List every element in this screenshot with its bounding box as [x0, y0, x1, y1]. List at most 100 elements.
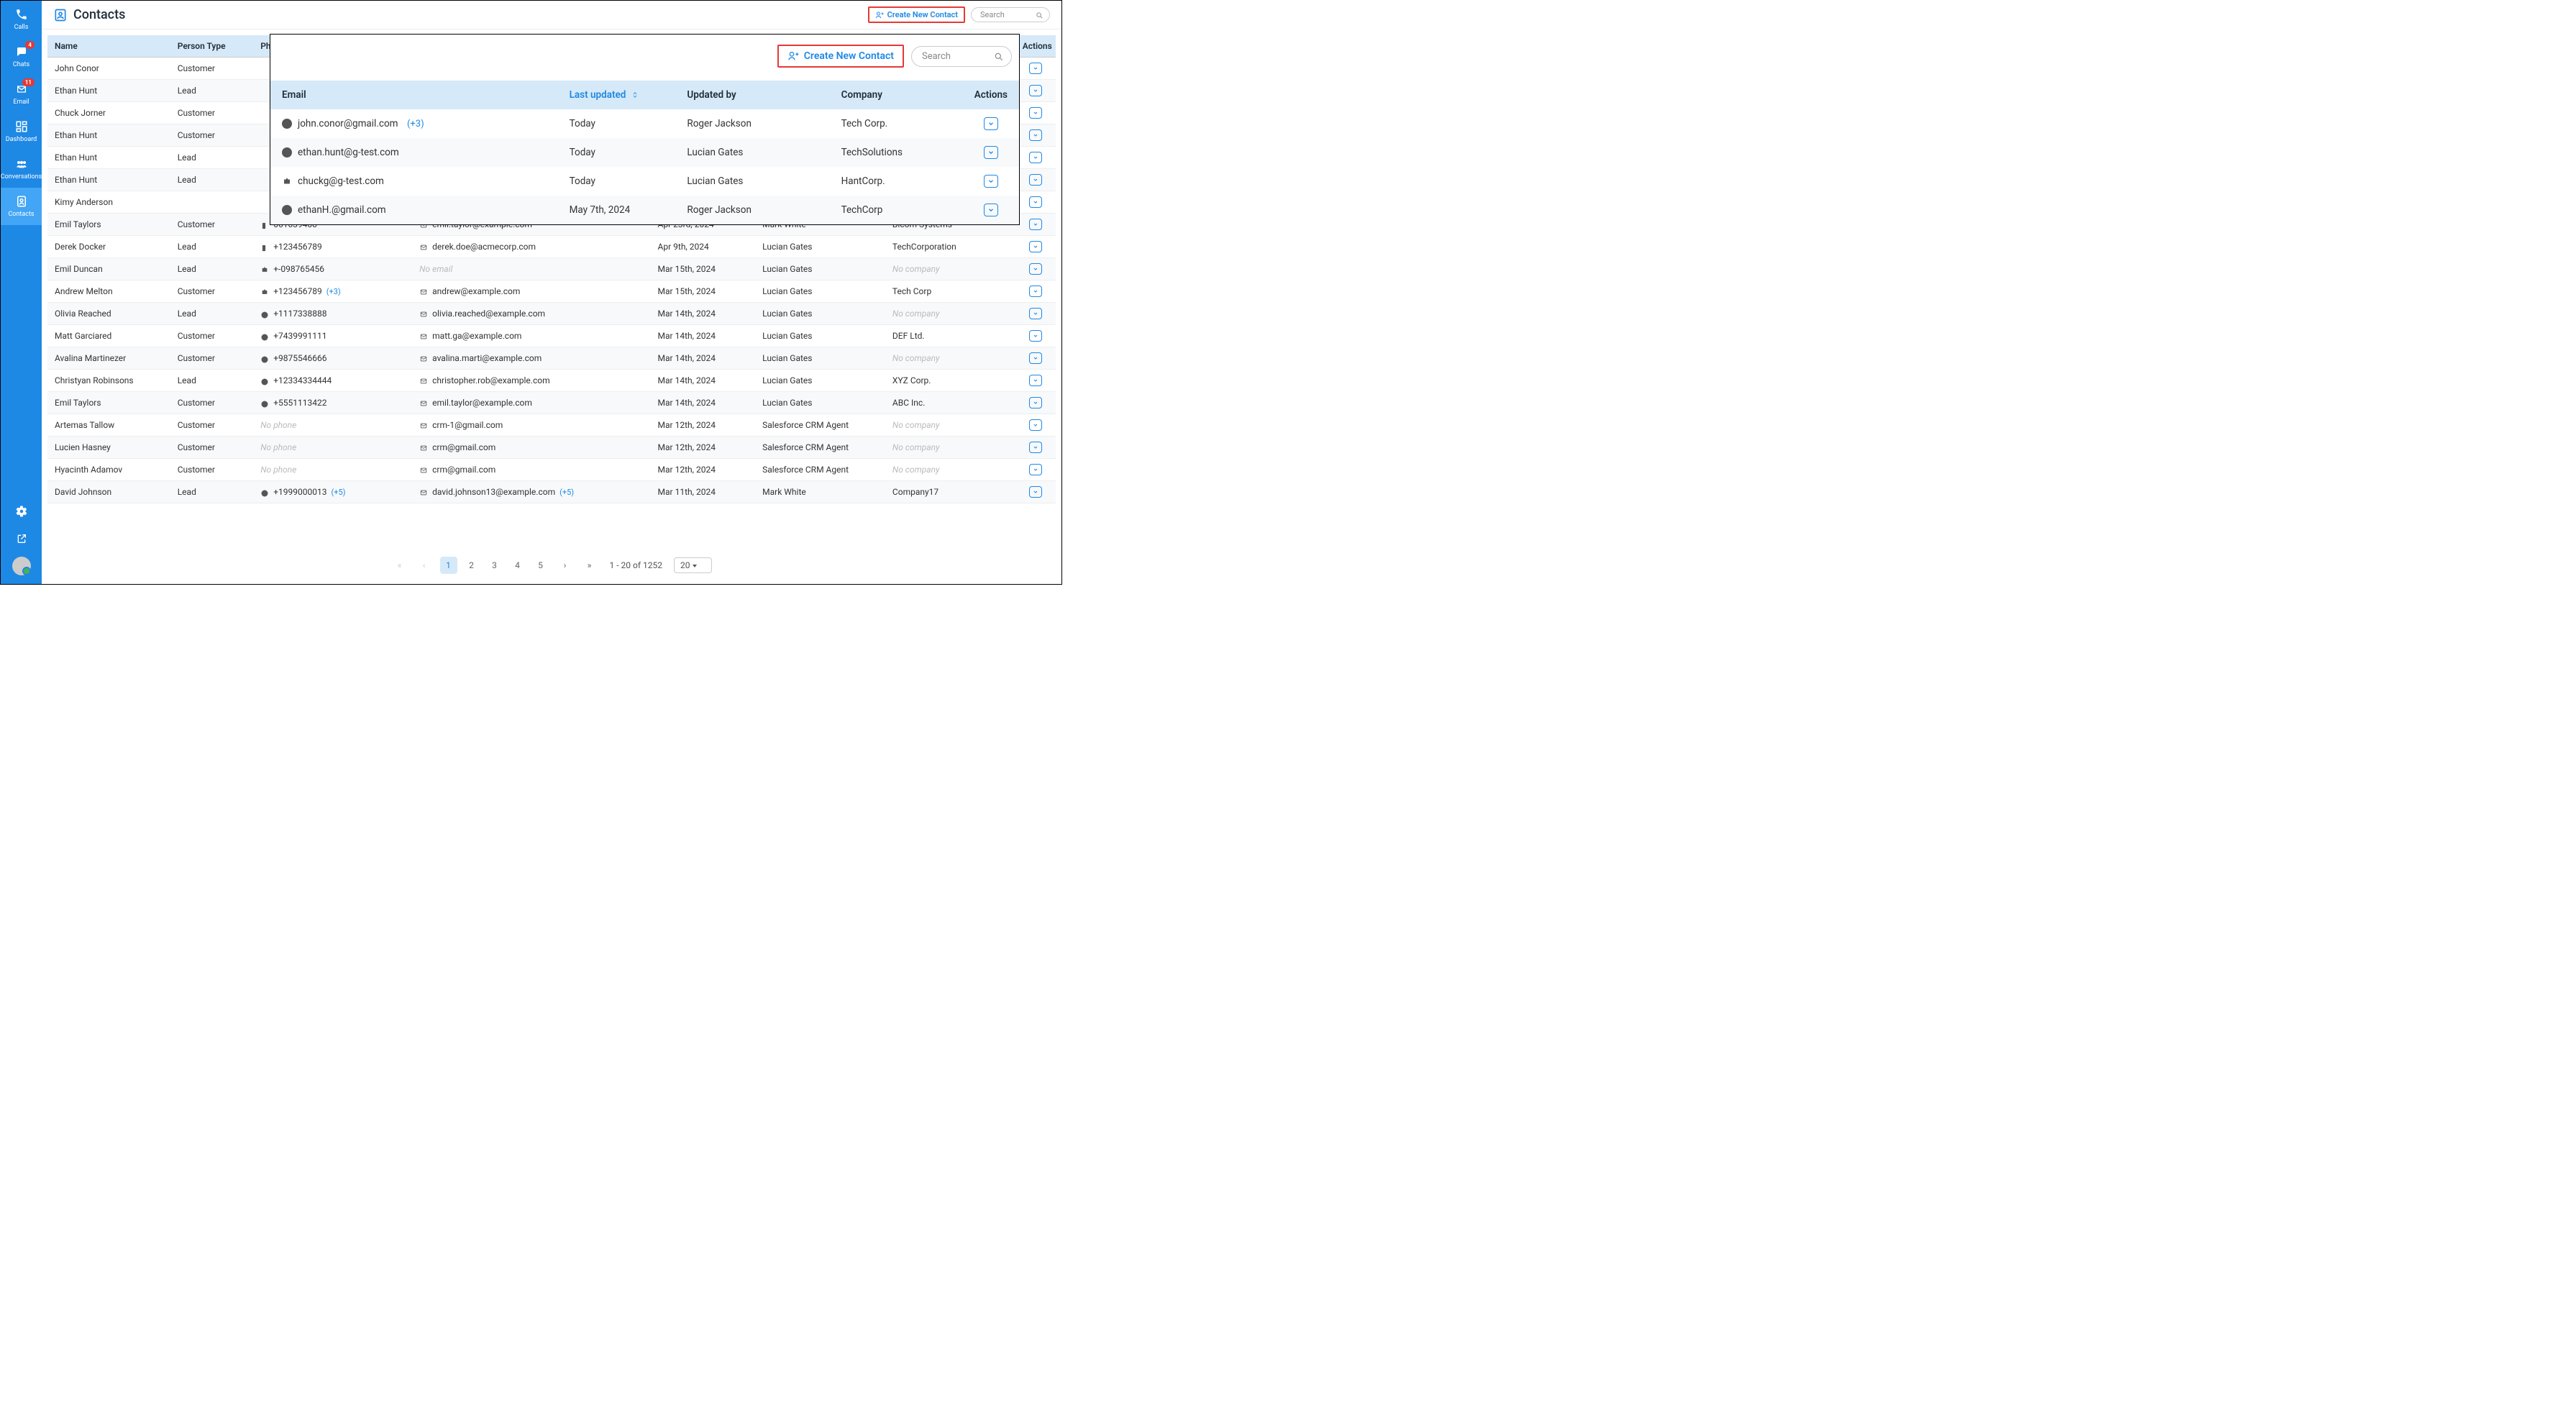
- sidebar-label: Chats: [13, 61, 29, 68]
- cell-phone: +123456789(+3): [253, 280, 412, 303]
- row-action-button[interactable]: [1029, 241, 1042, 252]
- cell-company: No company: [885, 437, 1015, 459]
- row-action-button[interactable]: [1029, 375, 1042, 386]
- create-new-contact-button-overlay[interactable]: Create New Contact: [777, 45, 904, 68]
- row-action-button[interactable]: [1029, 464, 1042, 475]
- overlay-action-button[interactable]: [984, 204, 998, 216]
- cell-last-updated: Mar 14th, 2024: [651, 303, 756, 325]
- sidebar-item-conversations[interactable]: Conversations: [1, 150, 42, 188]
- cell-name: Ethan Hunt: [47, 80, 170, 102]
- col-person-type[interactable]: Person Type: [170, 35, 253, 58]
- cell-last-updated: Mar 14th, 2024: [651, 370, 756, 392]
- cell-name: Christyan Robinsons: [47, 370, 170, 392]
- row-action-button[interactable]: [1029, 263, 1042, 275]
- cell-phone: +9875546666: [253, 347, 412, 370]
- page-title: Contacts: [73, 7, 125, 22]
- overlay-row[interactable]: ethanH.@gmail.com May 7th, 2024 Roger Ja…: [270, 196, 1019, 224]
- table-row[interactable]: Christyan Robinsons Lead +12334334444 ch…: [47, 370, 1056, 392]
- row-action-button[interactable]: [1029, 442, 1042, 453]
- overlay-action-button[interactable]: [984, 175, 998, 188]
- table-row[interactable]: Emil Duncan Lead +-098765456 No email Ma…: [47, 258, 1056, 280]
- cell-name: Artemas Tallow: [47, 414, 170, 437]
- row-action-button[interactable]: [1029, 196, 1042, 208]
- cell-last-updated: Mar 14th, 2024: [651, 347, 756, 370]
- table-row[interactable]: Derek Docker Lead +123456789 derek.doe@a…: [47, 236, 1056, 258]
- cell-updated-by: Lucian Gates: [755, 370, 885, 392]
- row-action-button[interactable]: [1029, 174, 1042, 186]
- search-input-top[interactable]: Search: [971, 7, 1050, 22]
- table-row[interactable]: Emil Taylors Customer +5551113422 emil.t…: [47, 392, 1056, 414]
- sidebar-item-contacts[interactable]: Contacts: [1, 188, 42, 225]
- cell-updated-by: Mark White: [755, 481, 885, 503]
- table-row[interactable]: Lucien Hasney Customer No phone crm@gmai…: [47, 437, 1056, 459]
- user-avatar[interactable]: [12, 557, 31, 575]
- row-action-button[interactable]: [1029, 107, 1042, 119]
- cell-name: David Johnson: [47, 481, 170, 503]
- cell-name: Kimy Anderson: [47, 191, 170, 214]
- row-action-button[interactable]: [1029, 219, 1042, 230]
- search-input-overlay[interactable]: Search: [911, 46, 1012, 67]
- table-row[interactable]: Matt Garciared Customer +7439991111 matt…: [47, 325, 1056, 347]
- cell-phone: No phone: [253, 459, 412, 481]
- create-new-contact-button-top[interactable]: Create New Contact: [868, 6, 965, 23]
- ov-cell-company: Tech Corp.: [830, 109, 963, 138]
- table-row[interactable]: Avalina Martinezer Customer +9875546666 …: [47, 347, 1056, 370]
- row-action-button[interactable]: [1029, 308, 1042, 319]
- row-action-button[interactable]: [1029, 486, 1042, 498]
- page-last[interactable]: »: [581, 557, 598, 574]
- page-number[interactable]: 3: [486, 557, 503, 574]
- row-action-button[interactable]: [1029, 63, 1042, 74]
- col-name[interactable]: Name: [47, 35, 170, 58]
- page-number[interactable]: 1: [440, 557, 457, 574]
- table-row[interactable]: Olivia Reached Lead +1117338888 olivia.r…: [47, 303, 1056, 325]
- table-row[interactable]: David Johnson Lead +1999000013(+5) david…: [47, 481, 1056, 503]
- page-number[interactable]: 5: [532, 557, 549, 574]
- page-prev[interactable]: ‹: [416, 557, 433, 574]
- cell-actions: [1015, 481, 1056, 503]
- row-action-button[interactable]: [1029, 397, 1042, 409]
- page-number[interactable]: 4: [509, 557, 526, 574]
- page-number[interactable]: 2: [463, 557, 480, 574]
- overlay-action-button[interactable]: [984, 146, 998, 159]
- sidebar-item-dashboard[interactable]: Dashboard: [1, 113, 42, 150]
- page-size-select[interactable]: 20: [674, 557, 713, 573]
- table-row[interactable]: Andrew Melton Customer +123456789(+3) an…: [47, 280, 1056, 303]
- cell-actions: [1015, 102, 1056, 124]
- ov-col-email[interactable]: Email: [270, 81, 558, 109]
- sidebar-item-calls[interactable]: Calls: [1, 1, 42, 38]
- overlay-row[interactable]: ethan.hunt@g-test.com Today Lucian Gates…: [270, 138, 1019, 167]
- mail-icon: [419, 355, 428, 362]
- overlay-row[interactable]: chuckg@g-test.com Today Lucian Gates Han…: [270, 167, 1019, 196]
- sidebar-item-chats[interactable]: Chats 4: [1, 38, 42, 76]
- cell-phone: No phone: [253, 437, 412, 459]
- ov-cell-email: ethanH.@gmail.com: [270, 196, 558, 224]
- cell-name: Emil Taylors: [47, 392, 170, 414]
- phone-type-icon: [260, 400, 269, 407]
- mail-icon: [419, 444, 428, 452]
- overlay-action-button[interactable]: [984, 117, 998, 130]
- row-action-button[interactable]: [1029, 330, 1042, 342]
- table-row[interactable]: Hyacinth Adamov Customer No phone crm@gm…: [47, 459, 1056, 481]
- phone-type-icon: [260, 222, 269, 229]
- table-row[interactable]: Artemas Tallow Customer No phone crm-1@g…: [47, 414, 1056, 437]
- mail-icon: [419, 489, 428, 496]
- sidebar-item-email[interactable]: Email 11: [1, 76, 42, 113]
- row-action-button[interactable]: [1029, 419, 1042, 431]
- ov-col-updated-by[interactable]: Updated by: [675, 81, 829, 109]
- ov-col-company[interactable]: Company: [830, 81, 963, 109]
- cell-last-updated: Apr 9th, 2024: [651, 236, 756, 258]
- ov-col-last-updated[interactable]: Last updated: [558, 81, 676, 109]
- external-link-button[interactable]: [1, 525, 42, 552]
- page-info: 1 - 20 of 1252: [610, 560, 662, 570]
- cell-company: XYZ Corp.: [885, 370, 1015, 392]
- row-action-button[interactable]: [1029, 352, 1042, 364]
- row-action-button[interactable]: [1029, 152, 1042, 163]
- page-first[interactable]: «: [391, 557, 408, 574]
- settings-button[interactable]: [1, 498, 42, 525]
- mail-icon: [419, 400, 428, 407]
- row-action-button[interactable]: [1029, 85, 1042, 96]
- overlay-row[interactable]: john.conor@gmail.com (+3) Today Roger Ja…: [270, 109, 1019, 138]
- row-action-button[interactable]: [1029, 129, 1042, 141]
- page-next[interactable]: ›: [557, 557, 574, 574]
- row-action-button[interactable]: [1029, 286, 1042, 297]
